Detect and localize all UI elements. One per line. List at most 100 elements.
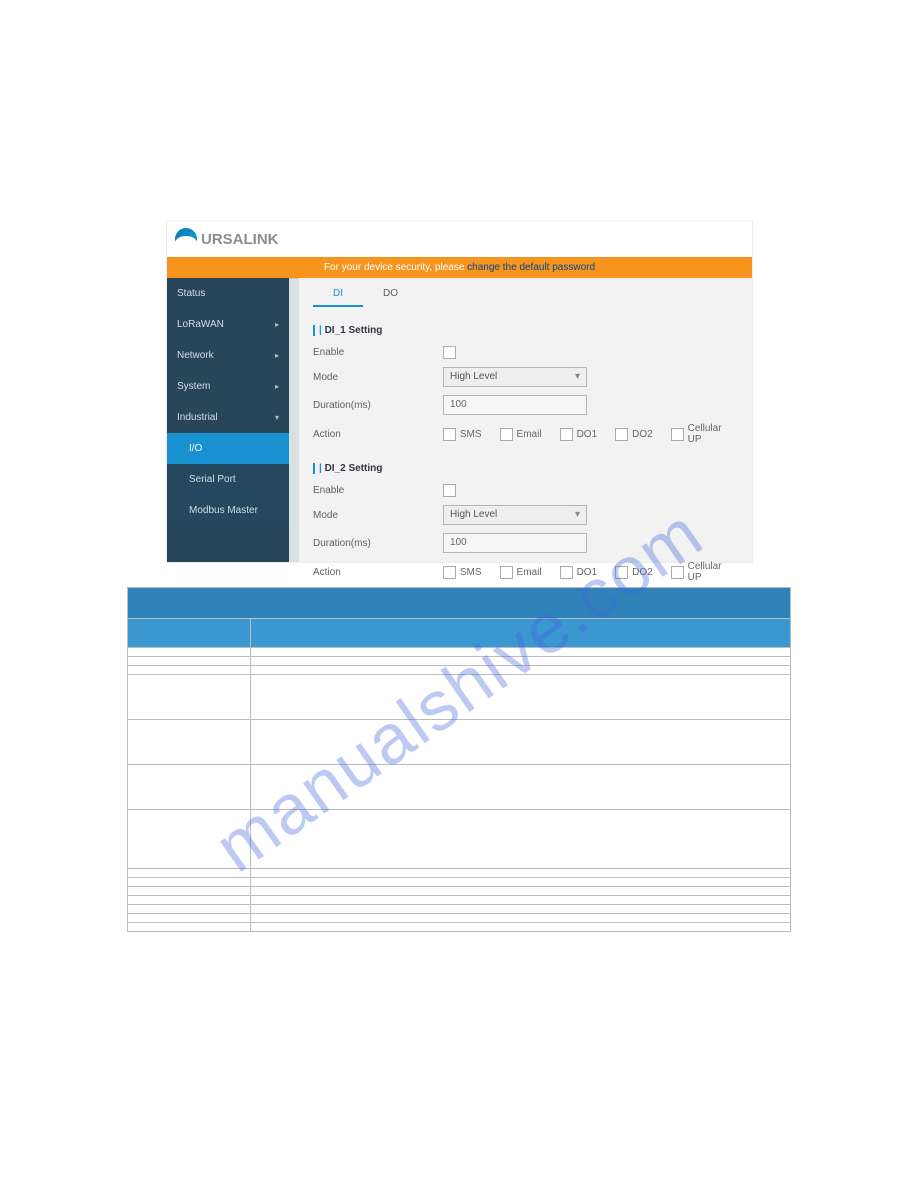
sidebar-item-system[interactable]: System ▸ [167,371,289,402]
action-sms[interactable]: SMS [443,423,482,445]
table-row [128,666,791,675]
tab-do[interactable]: DO [363,282,418,307]
logo-mark-icon [175,228,197,250]
table-row [128,657,791,666]
action-text: DO1 [577,429,598,440]
sidebar-sub-serial-port[interactable]: Serial Port [167,464,289,495]
content-gutter [289,278,299,562]
sidebar-item-network[interactable]: Network ▸ [167,340,289,371]
action-text: DO2 [632,567,653,578]
checkbox-icon [560,566,573,579]
action-text: SMS [460,567,482,578]
checkbox-icon [560,428,573,441]
action-text: Email [517,429,542,440]
table-row [128,675,791,720]
action-text: DO2 [632,429,653,440]
action-email[interactable]: Email [500,423,542,445]
mode-label: Mode [313,510,443,521]
table-subheader-row [128,619,791,648]
action-label: Action [313,567,443,578]
mode-label: Mode [313,372,443,383]
checkbox-icon [671,428,684,441]
tab-bar: DI DO [313,278,738,307]
sidebar-item-industrial[interactable]: Industrial ▾ [167,402,289,433]
sidebar-item-status[interactable]: Status [167,278,289,309]
sidebar-item-label: System [177,381,210,392]
logo-text: URSALINK [201,231,279,248]
brand-logo: URSALINK [175,225,744,253]
table-row [128,914,791,923]
enable-label: Enable [313,347,443,358]
sidebar-item-label: Network [177,350,214,361]
table-row [128,648,791,657]
sidebar-item-label: Serial Port [189,474,236,485]
sidebar: Status LoRaWAN ▸ Network ▸ System ▸ Indu… [167,278,289,562]
mode-select[interactable]: High Level [443,505,587,525]
checkbox-icon [615,566,628,579]
table-row [128,810,791,869]
table-row [128,896,791,905]
action-group: SMS Email DO1 DO2 Cellular UP [443,423,738,445]
checkbox-icon [443,428,456,441]
alert-link[interactable]: change the default password [467,262,595,273]
action-email[interactable]: Email [500,561,542,583]
action-do1[interactable]: DO1 [560,561,598,583]
sidebar-item-label: Industrial [177,412,218,423]
chevron-right-icon: ▸ [275,351,279,360]
section-title-text: DI_2 Setting [325,463,383,474]
checkbox-icon [615,428,628,441]
enable-label: Enable [313,485,443,496]
sidebar-item-lorawan[interactable]: LoRaWAN ▸ [167,309,289,340]
action-text: SMS [460,429,482,440]
action-sms[interactable]: SMS [443,561,482,583]
table-row [128,887,791,896]
table-row [128,905,791,914]
duration-label: Duration(ms) [313,538,443,549]
action-text: DO1 [577,567,598,578]
table-row [128,765,791,810]
checkbox-icon [443,566,456,579]
sidebar-item-label: LoRaWAN [177,319,224,330]
action-text: Cellular UP [688,423,738,445]
action-group: SMS Email DO1 DO2 Cellular UP [443,561,738,583]
sidebar-sub-modbus-master[interactable]: Modbus Master [167,495,289,526]
tab-di[interactable]: DI [313,282,363,307]
alert-text: For your device security, please [324,262,467,273]
content-area: DI DO | DI_1 Setting Enable Mode High Le… [299,278,752,562]
action-cellular-up[interactable]: Cellular UP [671,423,738,445]
enable-checkbox[interactable] [443,484,456,497]
table-row [128,869,791,878]
security-alert: For your device security, please change … [167,257,752,278]
section-title-di2: | DI_2 Setting [313,463,738,474]
doc-table [127,587,791,932]
sidebar-item-label: Modbus Master [189,505,258,516]
table-row [128,878,791,887]
action-do1[interactable]: DO1 [560,423,598,445]
action-do2[interactable]: DO2 [615,561,653,583]
action-text: Cellular UP [688,561,738,583]
checkbox-icon [671,566,684,579]
action-label: Action [313,429,443,440]
section-title-di1: | DI_1 Setting [313,325,738,336]
action-text: Email [517,567,542,578]
duration-input[interactable]: 100 [443,533,587,553]
mode-select[interactable]: High Level [443,367,587,387]
chevron-right-icon: ▸ [275,382,279,391]
sidebar-sub-io[interactable]: I/O [167,433,289,464]
enable-checkbox[interactable] [443,346,456,359]
table-header-row [128,588,791,619]
duration-input[interactable]: 100 [443,395,587,415]
table-row [128,923,791,932]
duration-label: Duration(ms) [313,400,443,411]
checkbox-icon [500,428,513,441]
action-do2[interactable]: DO2 [615,423,653,445]
checkbox-icon [500,566,513,579]
app-window: URSALINK For your device security, pleas… [166,220,753,563]
section-title-text: DI_1 Setting [325,325,383,336]
logo-row: URSALINK [167,221,752,257]
table-row [128,720,791,765]
sidebar-item-label: Status [177,288,205,299]
action-cellular-up[interactable]: Cellular UP [671,561,738,583]
chevron-right-icon: ▸ [275,320,279,329]
sidebar-item-label: I/O [189,443,202,454]
